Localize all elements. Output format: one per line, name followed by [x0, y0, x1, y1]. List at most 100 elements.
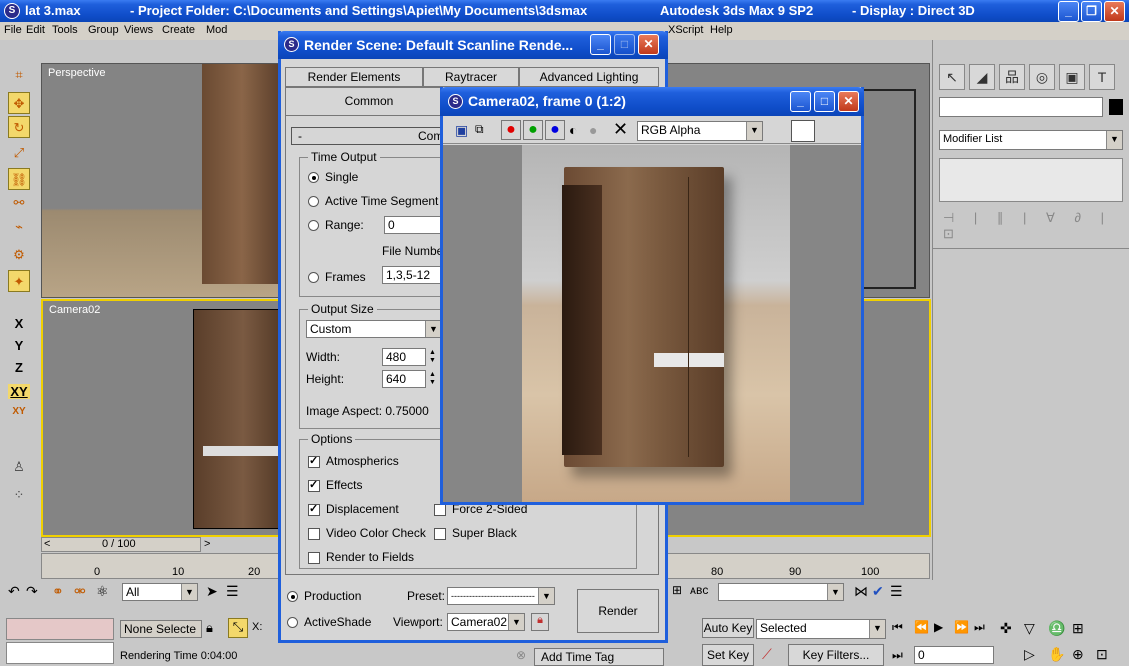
goto-end-icon[interactable]: ⏭: [974, 620, 985, 635]
align-tool-icon[interactable]: ✔: [872, 583, 884, 600]
render-button[interactable]: Render: [577, 589, 659, 633]
axis-xy[interactable]: XY: [8, 384, 30, 399]
clone-icon[interactable]: ⧉: [475, 122, 484, 137]
object-name-field[interactable]: [939, 97, 1103, 117]
named-selection-sets[interactable]: ▼: [718, 583, 844, 601]
goto-start-icon[interactable]: ⏮: [892, 620, 903, 635]
active-segment-radio[interactable]: Active Time Segment: [308, 194, 438, 208]
tab-advanced-lighting[interactable]: Advanced Lighting: [519, 67, 659, 87]
viewport-dropdown[interactable]: Camera02 ▼: [447, 613, 525, 631]
frames-radio[interactable]: Frames: [308, 270, 366, 284]
time-tag-icon[interactable]: ⊗: [516, 648, 526, 662]
red-channel-icon[interactable]: ●: [501, 120, 521, 140]
field-of-view-icon[interactable]: ▷: [1024, 646, 1035, 663]
maxscript-listener[interactable]: [6, 618, 114, 640]
lock-icon[interactable]: 🔒︎: [206, 620, 213, 636]
selection-filter-dropdown[interactable]: All ▼: [122, 583, 198, 601]
width-field[interactable]: 480: [382, 348, 426, 366]
key-mode-dropdown[interactable]: Selected ▼: [756, 619, 886, 639]
range-start-field[interactable]: 0: [384, 216, 444, 234]
time-slider-next[interactable]: >: [204, 538, 210, 550]
track-bar[interactable]: 0 10 20: [41, 553, 281, 579]
restore-button[interactable]: ❐: [1081, 1, 1102, 22]
save-icon[interactable]: ▣: [455, 122, 468, 139]
effects-checkbox[interactable]: Effects: [308, 478, 362, 492]
maximize-button[interactable]: □: [814, 91, 835, 112]
unlink-icon[interactable]: ⚯: [8, 192, 30, 214]
auto-key-button[interactable]: Auto Key: [702, 618, 754, 638]
named-selection-icon[interactable]: ⊞: [672, 583, 682, 597]
close-button[interactable]: ✕: [638, 34, 659, 55]
displacement-checkbox[interactable]: Displacement: [308, 502, 399, 516]
tab-render-elements[interactable]: Render Elements: [285, 67, 423, 87]
time-slider-prev[interactable]: <: [44, 538, 50, 550]
blue-channel-icon[interactable]: ●: [545, 120, 565, 140]
mirror-tool-icon[interactable]: ⋈: [854, 583, 868, 600]
axis-y[interactable]: Y: [8, 338, 30, 353]
key-filters-button[interactable]: Key Filters...: [788, 644, 884, 666]
modifier-stack[interactable]: [939, 158, 1123, 202]
minimize-button[interactable]: _: [590, 34, 611, 55]
preset-dropdown[interactable]: ---------------------------- ▼: [447, 587, 555, 605]
height-spinner[interactable]: ▲ ▼: [428, 371, 437, 387]
rotate-icon[interactable]: ↻: [8, 116, 30, 138]
output-size-preset[interactable]: Custom ▼: [306, 320, 442, 338]
monochrome-icon[interactable]: ●: [589, 122, 597, 138]
maxscript-listener-white[interactable]: [6, 642, 114, 664]
create-tab-icon[interactable]: ↖: [939, 64, 965, 90]
height-field[interactable]: 640: [382, 370, 426, 388]
close-button[interactable]: ✕: [838, 91, 859, 112]
alpha-channel-icon[interactable]: ◐: [569, 122, 577, 138]
minimize-button[interactable]: _: [790, 91, 811, 112]
menu-maxscript[interactable]: XScript: [668, 24, 703, 36]
mirror-icon[interactable]: ♙: [8, 456, 30, 478]
layer-icon[interactable]: ☰: [890, 583, 903, 600]
zoom-icon[interactable]: ✜: [1000, 620, 1012, 637]
maximize-toggle-icon[interactable]: ⊞: [1072, 620, 1084, 637]
unlink-selection-icon[interactable]: ⚮: [74, 583, 86, 600]
set-key-button[interactable]: Set Key: [702, 644, 754, 666]
axis-z[interactable]: Z: [8, 360, 30, 375]
prev-frame-icon[interactable]: ⏪: [914, 620, 929, 634]
single-radio[interactable]: Single: [308, 170, 358, 184]
zoom-all-icon[interactable]: ▽: [1024, 620, 1035, 637]
scale-icon[interactable]: ⤢: [8, 142, 30, 164]
render-to-fields-checkbox[interactable]: Render to Fields: [308, 550, 414, 564]
green-channel-icon[interactable]: ●: [523, 120, 543, 140]
select-link-icon[interactable]: ⚭: [52, 583, 64, 600]
frames-field[interactable]: 1,3,5-12: [382, 266, 444, 284]
transform-mode-icon[interactable]: ⤡: [228, 618, 248, 638]
undo-icon[interactable]: ↶: [8, 583, 20, 600]
range-radio[interactable]: Range:: [308, 218, 364, 232]
bind-icon[interactable]: ⌁: [8, 216, 30, 238]
menu-help[interactable]: Help: [710, 24, 733, 36]
orbit-icon[interactable]: ♎: [1048, 620, 1065, 637]
select-by-name-icon[interactable]: ☰: [226, 583, 239, 600]
array-icon[interactable]: ⁘: [8, 484, 30, 506]
spelling-icon[interactable]: ᴀʙᴄ: [690, 583, 708, 597]
select-move-icon[interactable]: ✥: [8, 92, 30, 114]
hierarchy-icon[interactable]: ⚙: [8, 244, 30, 266]
atmospherics-checkbox[interactable]: Atmospherics: [308, 454, 399, 468]
activeshade-radio[interactable]: ActiveShade: [287, 615, 371, 629]
menu-views[interactable]: Views: [124, 24, 153, 36]
tab-common[interactable]: Common: [285, 87, 453, 115]
channel-dropdown[interactable]: RGB Alpha ▼: [637, 121, 763, 141]
link-icon[interactable]: ⛓: [8, 168, 30, 190]
hierarchy-tab-icon[interactable]: 品: [999, 64, 1025, 90]
tab-raytracer[interactable]: Raytracer: [423, 67, 519, 87]
min-max-icon[interactable]: ⊡: [1096, 646, 1108, 663]
modifier-list-dropdown[interactable]: Modifier List ▼: [939, 130, 1123, 150]
play-icon[interactable]: ▶: [934, 620, 943, 634]
common-parameters-rollout[interactable]: - Com: [291, 127, 451, 145]
clear-icon[interactable]: ✕: [613, 119, 628, 140]
next-frame-icon[interactable]: ⏩: [954, 620, 969, 634]
snap-icon[interactable]: ⌗: [8, 64, 30, 86]
perspective-viewport[interactable]: Perspective: [41, 63, 282, 298]
menu-create[interactable]: Create: [162, 24, 195, 36]
arc-rotate-icon[interactable]: ⊕: [1072, 646, 1084, 663]
utilities-tab-icon[interactable]: T: [1089, 64, 1115, 90]
menu-tools[interactable]: Tools: [52, 24, 78, 36]
menu-file[interactable]: File: [4, 24, 22, 36]
select-object-icon[interactable]: ➤: [206, 583, 218, 600]
